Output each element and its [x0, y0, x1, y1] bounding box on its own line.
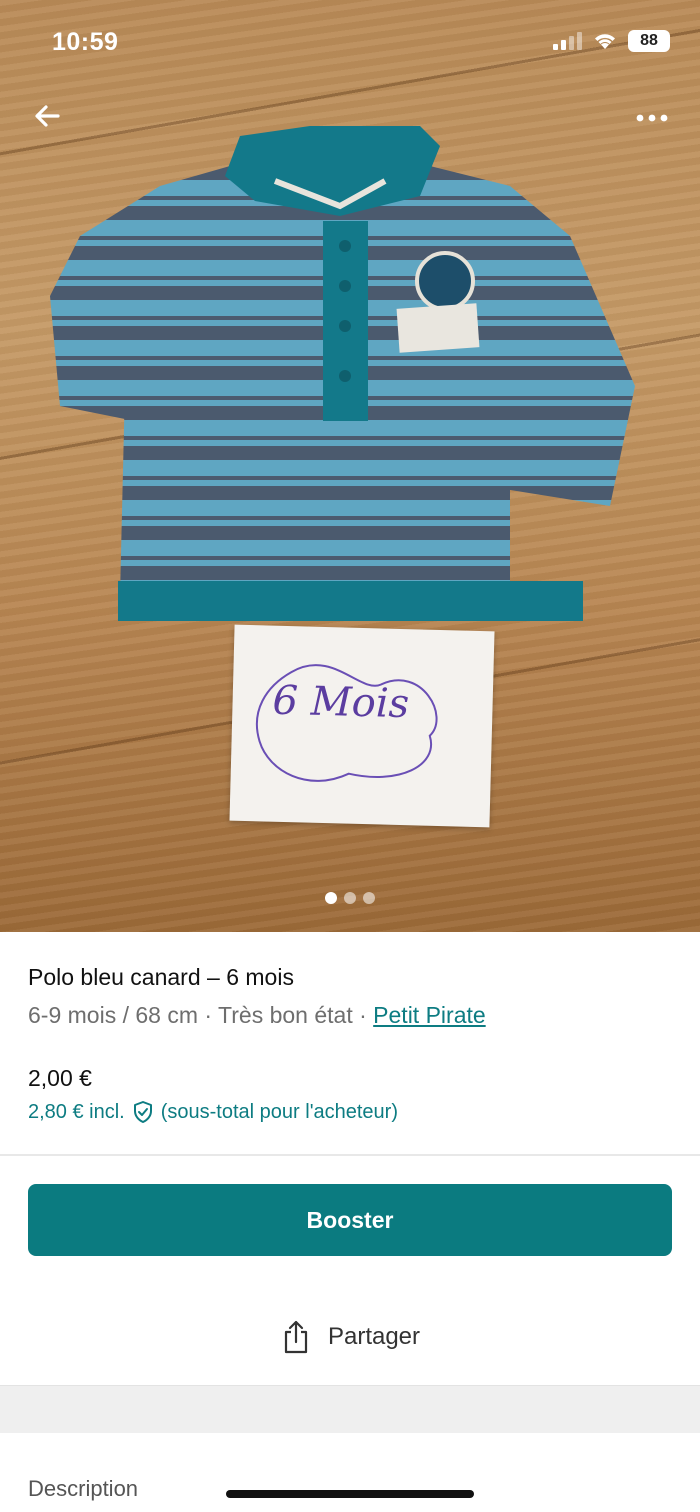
- item-title: Polo bleu canard – 6 mois: [28, 964, 294, 990]
- item-condition: Très bon état: [218, 1002, 353, 1028]
- section-separator: [0, 1385, 700, 1433]
- cellular-signal-icon: [553, 32, 582, 50]
- price-incl-value: 2,80 € incl.: [28, 1100, 125, 1123]
- size-note-text: 6 Mois: [272, 677, 410, 728]
- photo-pagination[interactable]: [0, 892, 700, 904]
- description-heading: Description: [28, 1476, 139, 1501]
- share-icon: [284, 1320, 308, 1354]
- meta-separator: ·: [359, 1002, 367, 1028]
- shield-check-icon[interactable]: [131, 1100, 155, 1124]
- polo-shirt-image: [50, 126, 635, 621]
- status-time: 10:59: [52, 28, 119, 56]
- divider: [0, 1154, 700, 1156]
- pagination-dot[interactable]: [344, 892, 356, 904]
- status-icons: 88: [553, 30, 670, 52]
- item-size: 6-9 mois / 68 cm: [28, 1002, 198, 1028]
- share-button[interactable]: Partager: [0, 1317, 700, 1357]
- item-price: 2,00 €: [28, 1065, 92, 1091]
- price-including-fees[interactable]: 2,80 € incl. (sous-total pour l'acheteur…: [28, 1100, 398, 1124]
- battery-indicator: 88: [628, 30, 670, 52]
- item-photo[interactable]: 10:59 88 6 Mois: [0, 0, 700, 932]
- share-label: Partager: [327, 1323, 421, 1350]
- booster-button[interactable]: Booster: [28, 1184, 672, 1256]
- pagination-dot[interactable]: [363, 892, 375, 904]
- wifi-icon: [595, 34, 615, 49]
- item-meta: 6-9 mois / 68 cm · Très bon état · Petit…: [28, 1002, 486, 1029]
- home-indicator[interactable]: [226, 1490, 474, 1498]
- brand-link[interactable]: Petit Pirate: [373, 1002, 486, 1028]
- pagination-dot[interactable]: [325, 892, 337, 904]
- size-note-card: 6 Mois: [229, 624, 495, 828]
- meta-separator: ·: [204, 1002, 213, 1028]
- status-bar: 10:59 88: [0, 0, 700, 86]
- price-incl-note: (sous-total pour l'acheteur): [160, 1100, 398, 1123]
